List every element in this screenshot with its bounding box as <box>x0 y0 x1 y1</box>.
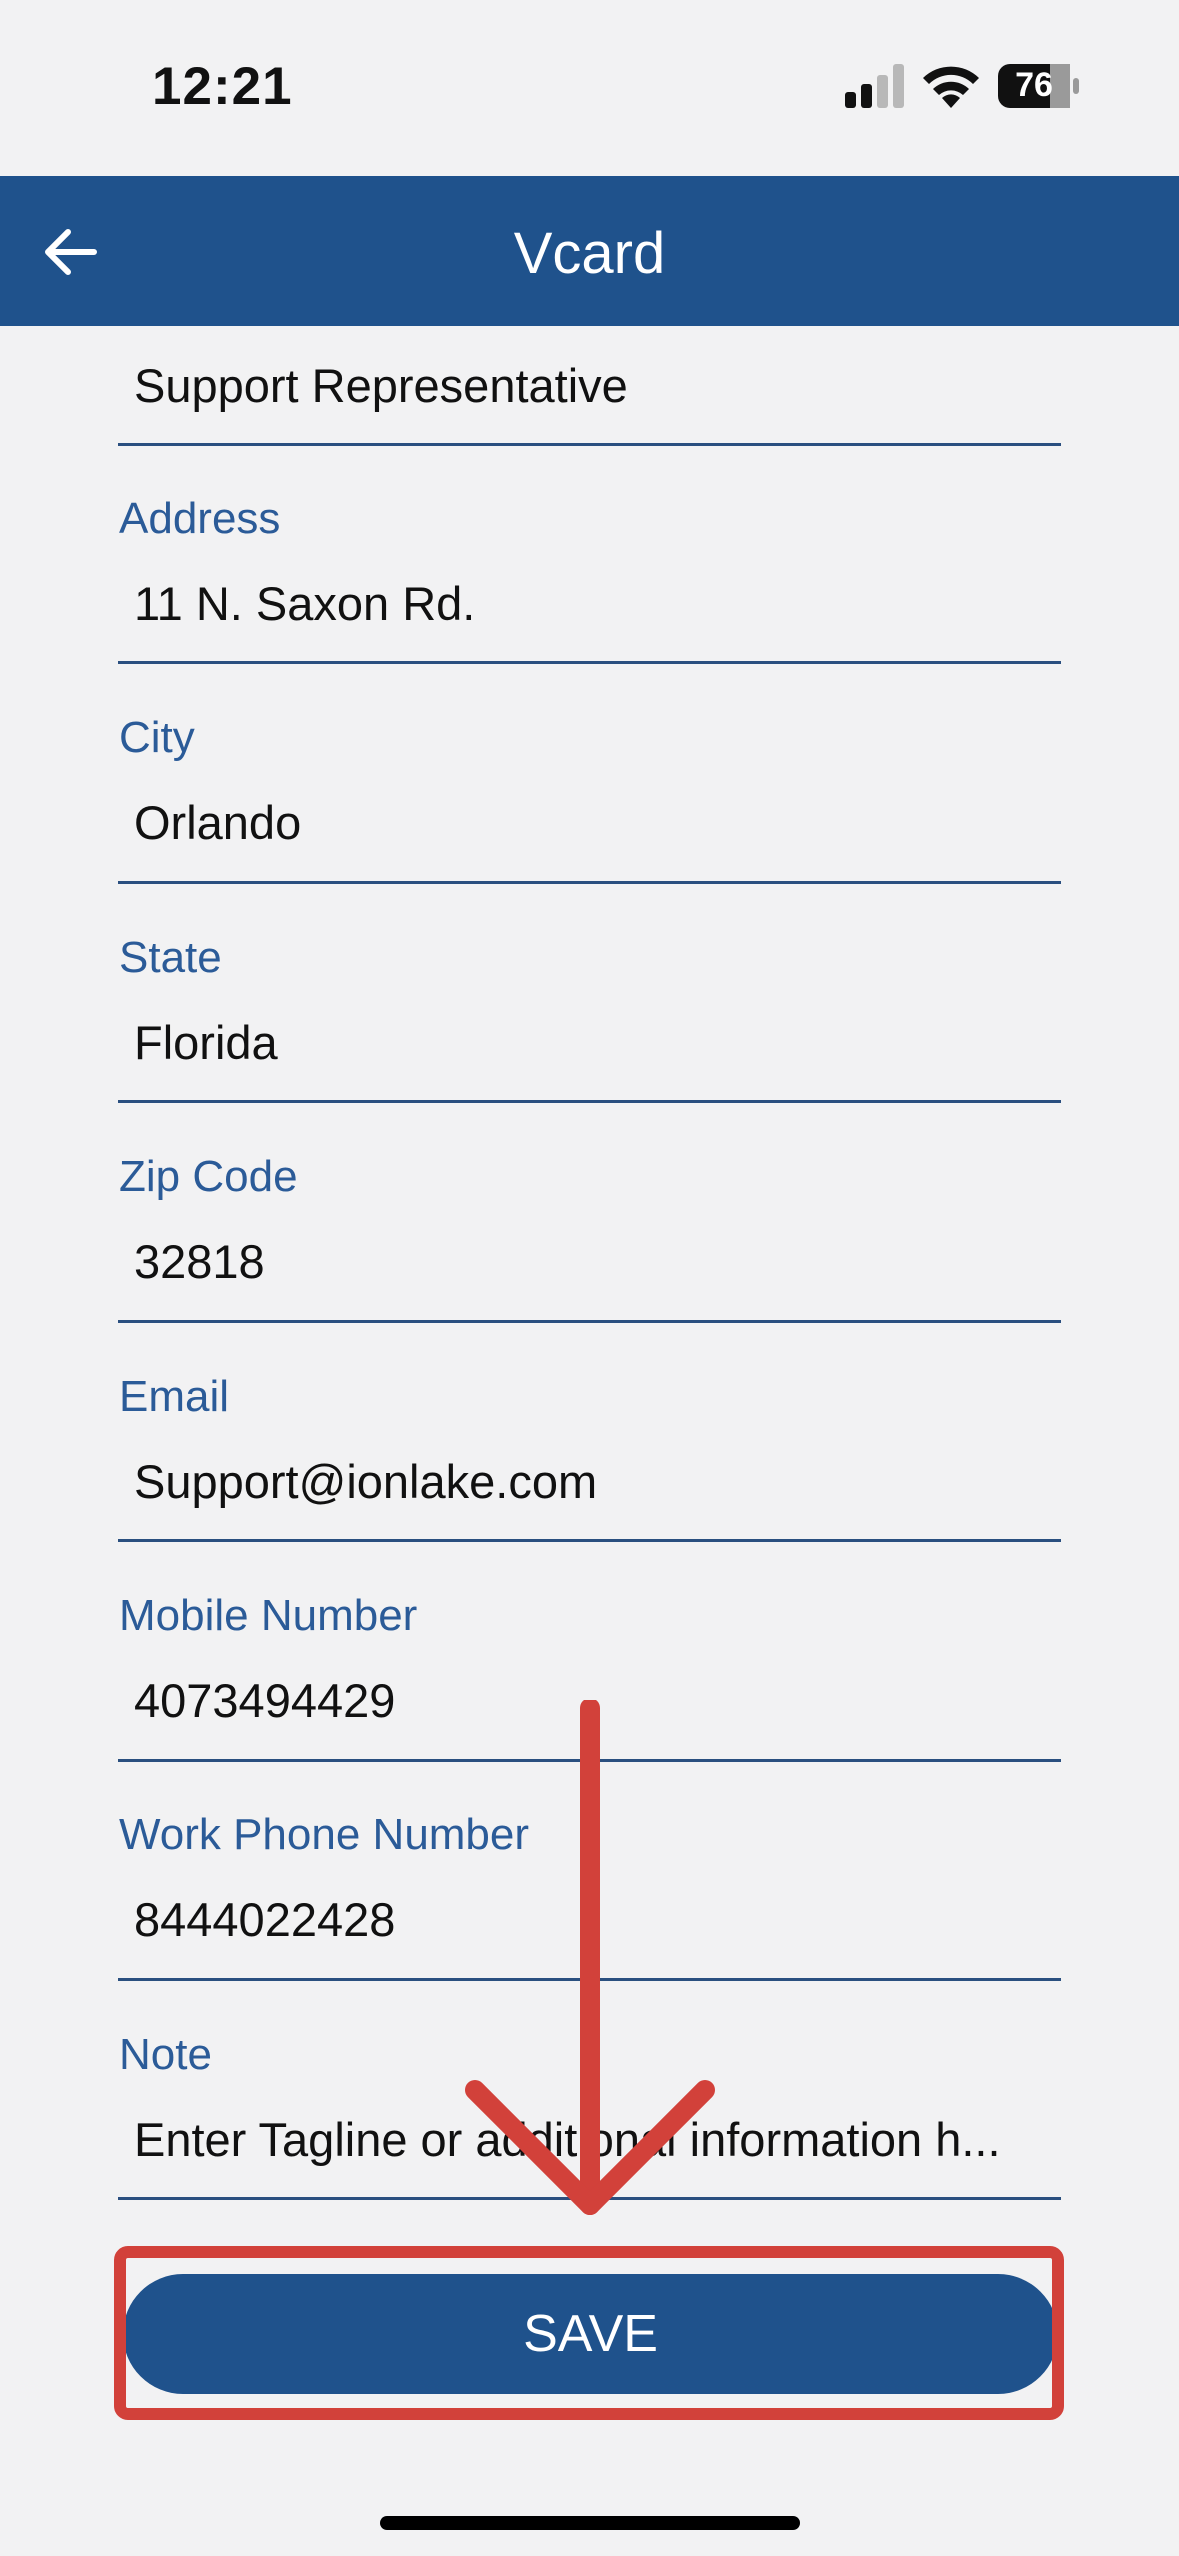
address-label: Address <box>119 494 281 543</box>
note-label: Note <box>119 2030 212 2079</box>
field-underline <box>118 881 1061 884</box>
field-underline <box>118 1320 1061 1323</box>
city-input[interactable]: Orlando <box>134 795 1054 850</box>
address-input[interactable]: 11 N. Saxon Rd. <box>134 576 1054 631</box>
home-indicator <box>380 2516 800 2530</box>
zip-code-label: Zip Code <box>119 1152 298 1201</box>
state-field[interactable]: State Florida <box>118 929 1061 1109</box>
title-field[interactable]: Support Representative <box>118 326 1061 446</box>
status-bar: 12:21 76 <box>0 0 1179 176</box>
status-time: 12:21 <box>152 57 293 116</box>
title-input[interactable]: Support Representative <box>134 358 1054 413</box>
email-field[interactable]: Email Support@ionlake.com <box>118 1368 1061 1548</box>
page-title: Vcard <box>513 221 666 286</box>
down-arrow-annotation-icon <box>465 1700 715 2215</box>
zip-code-field[interactable]: Zip Code 32818 <box>118 1148 1061 1328</box>
nav-bar: Vcard <box>0 176 1179 326</box>
field-underline <box>118 661 1061 664</box>
state-label: State <box>119 933 222 982</box>
email-input[interactable]: Support@ionlake.com <box>134 1454 1054 1509</box>
field-underline <box>118 1539 1061 1542</box>
address-field[interactable]: Address 11 N. Saxon Rd. <box>118 490 1061 670</box>
city-field[interactable]: City Orlando <box>118 709 1061 889</box>
field-underline <box>118 1100 1061 1103</box>
field-underline <box>118 443 1061 446</box>
save-highlight-box <box>114 2246 1064 2420</box>
mobile-number-label: Mobile Number <box>119 1591 418 1640</box>
email-label: Email <box>119 1372 230 1421</box>
wifi-icon <box>923 66 979 108</box>
state-input[interactable]: Florida <box>134 1015 1054 1070</box>
city-label: City <box>119 713 195 762</box>
cellular-signal-icon <box>845 64 904 108</box>
zip-code-input[interactable]: 32818 <box>134 1234 1054 1289</box>
battery-percentage: 76 <box>1015 66 1053 104</box>
